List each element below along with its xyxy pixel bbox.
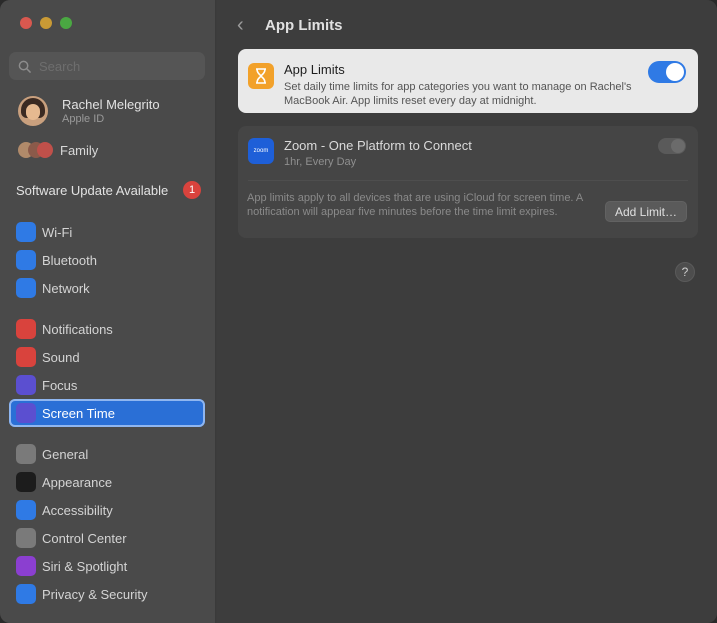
profile-subtitle: Apple ID [62, 113, 105, 125]
apple-id-profile[interactable]: Rachel Melegrito Apple ID [18, 96, 160, 126]
appearance-icon [16, 472, 36, 492]
sidebar-item-label: Control Center [42, 530, 127, 546]
zoom-limit-subtitle: 1hr, Every Day [284, 156, 357, 168]
zoom-button[interactable] [60, 17, 72, 29]
sidebar-item-label: Sound [42, 349, 80, 365]
globe-icon [16, 278, 36, 298]
nav-group-notifications: Notifications Sound Focus Screen Time [9, 315, 205, 427]
accessibility-icon [16, 500, 36, 520]
update-count-badge: 1 [183, 181, 201, 199]
app-limits-toggle[interactable] [648, 61, 686, 83]
family-avatars-icon [18, 140, 53, 160]
profile-name: Rachel Melegrito [62, 97, 160, 112]
hourglass-icon [248, 63, 274, 89]
window-controls [20, 17, 72, 29]
gear-icon [16, 444, 36, 464]
app-limits-title: App Limits [284, 62, 345, 77]
sidebar-item-label: Network [42, 280, 90, 296]
sidebar-item-label: Screen Time [42, 405, 115, 421]
family-label: Family [60, 142, 99, 158]
zoom-limit-title: Zoom - One Platform to Connect [284, 138, 472, 153]
sidebar-item-label: Accessibility [42, 502, 113, 518]
control-center-icon [16, 528, 36, 548]
app-limits-card: App Limits Set daily time limits for app… [238, 49, 698, 113]
help-button[interactable]: ? [675, 262, 695, 282]
sidebar-item-general[interactable]: General [9, 440, 205, 468]
sidebar-item-sound[interactable]: Sound [9, 343, 205, 371]
software-update-item[interactable]: Software Update Available 1 [16, 181, 201, 199]
sidebar-item-accessibility[interactable]: Accessibility [9, 496, 205, 524]
zoom-limit-card: zoom Zoom - One Platform to Connect 1hr,… [238, 126, 698, 238]
siri-icon [16, 556, 36, 576]
bell-icon [16, 319, 36, 339]
wifi-icon [16, 222, 36, 242]
sidebar-item-privacy-security[interactable]: Privacy & Security [9, 580, 205, 608]
sidebar-item-network[interactable]: Network [9, 274, 205, 302]
close-button[interactable] [20, 17, 32, 29]
speaker-icon [16, 347, 36, 367]
sidebar-item-focus[interactable]: Focus [9, 371, 205, 399]
sidebar-item-label: Bluetooth [42, 252, 97, 268]
sidebar-item-bluetooth[interactable]: Bluetooth [9, 246, 205, 274]
divider [248, 180, 688, 181]
settings-window: Rachel Melegrito Apple ID Family Softwar… [0, 0, 717, 623]
sidebar: Rachel Melegrito Apple ID Family Softwar… [0, 0, 216, 623]
back-chevron-icon[interactable]: ‹ [237, 14, 257, 37]
sidebar-item-label: General [42, 446, 89, 462]
hourglass-icon [16, 403, 36, 423]
search-field[interactable] [9, 52, 205, 80]
sidebar-item-label: Focus [42, 377, 78, 393]
avatar [18, 96, 48, 126]
bluetooth-icon [16, 250, 36, 270]
sidebar-item-appearance[interactable]: Appearance [9, 468, 205, 496]
minimize-button[interactable] [40, 17, 52, 29]
sidebar-item-label: Privacy & Security [42, 586, 148, 602]
sidebar-item-notifications[interactable]: Notifications [9, 315, 205, 343]
nav-group-system: General Appearance Accessibility Control Ce… [9, 440, 205, 608]
sidebar-item-label: Appearance [42, 474, 113, 490]
add-limit-button[interactable]: Add Limit… [604, 201, 687, 222]
hand-icon [16, 584, 36, 604]
app-limits-description: Set daily time limits for app categories… [284, 81, 632, 107]
moon-icon [16, 375, 36, 395]
sidebar-item-siri-spotlight[interactable]: Siri & Spotlight [9, 552, 205, 580]
sidebar-item-label: Wi-Fi [42, 224, 73, 240]
sidebar-item-wi-fi[interactable]: Wi-Fi [9, 218, 205, 246]
software-update-label: Software Update Available [16, 182, 169, 198]
zoom-limit-toggle[interactable] [658, 138, 686, 154]
search-input[interactable] [39, 58, 189, 74]
page-title: App Limits [265, 17, 343, 34]
sidebar-item-control-center[interactable]: Control Center [9, 524, 205, 552]
sidebar-item-label: Notifications [42, 321, 113, 337]
sidebar-item-label: Siri & Spotlight [42, 558, 128, 574]
zoom-app-icon: zoom [248, 138, 274, 164]
main-pane: ‹ App Limits App Limits Set daily time l… [217, 0, 717, 623]
sidebar-item-screen-time[interactable]: Screen Time [9, 399, 205, 427]
app-limits-note: App limits apply to all devices that are… [247, 192, 583, 218]
header: ‹ App Limits [237, 14, 343, 37]
search-icon [18, 60, 31, 73]
sidebar-item-family[interactable]: Family [18, 140, 98, 160]
nav-group-network: Wi-Fi Bluetooth Network [9, 218, 205, 302]
